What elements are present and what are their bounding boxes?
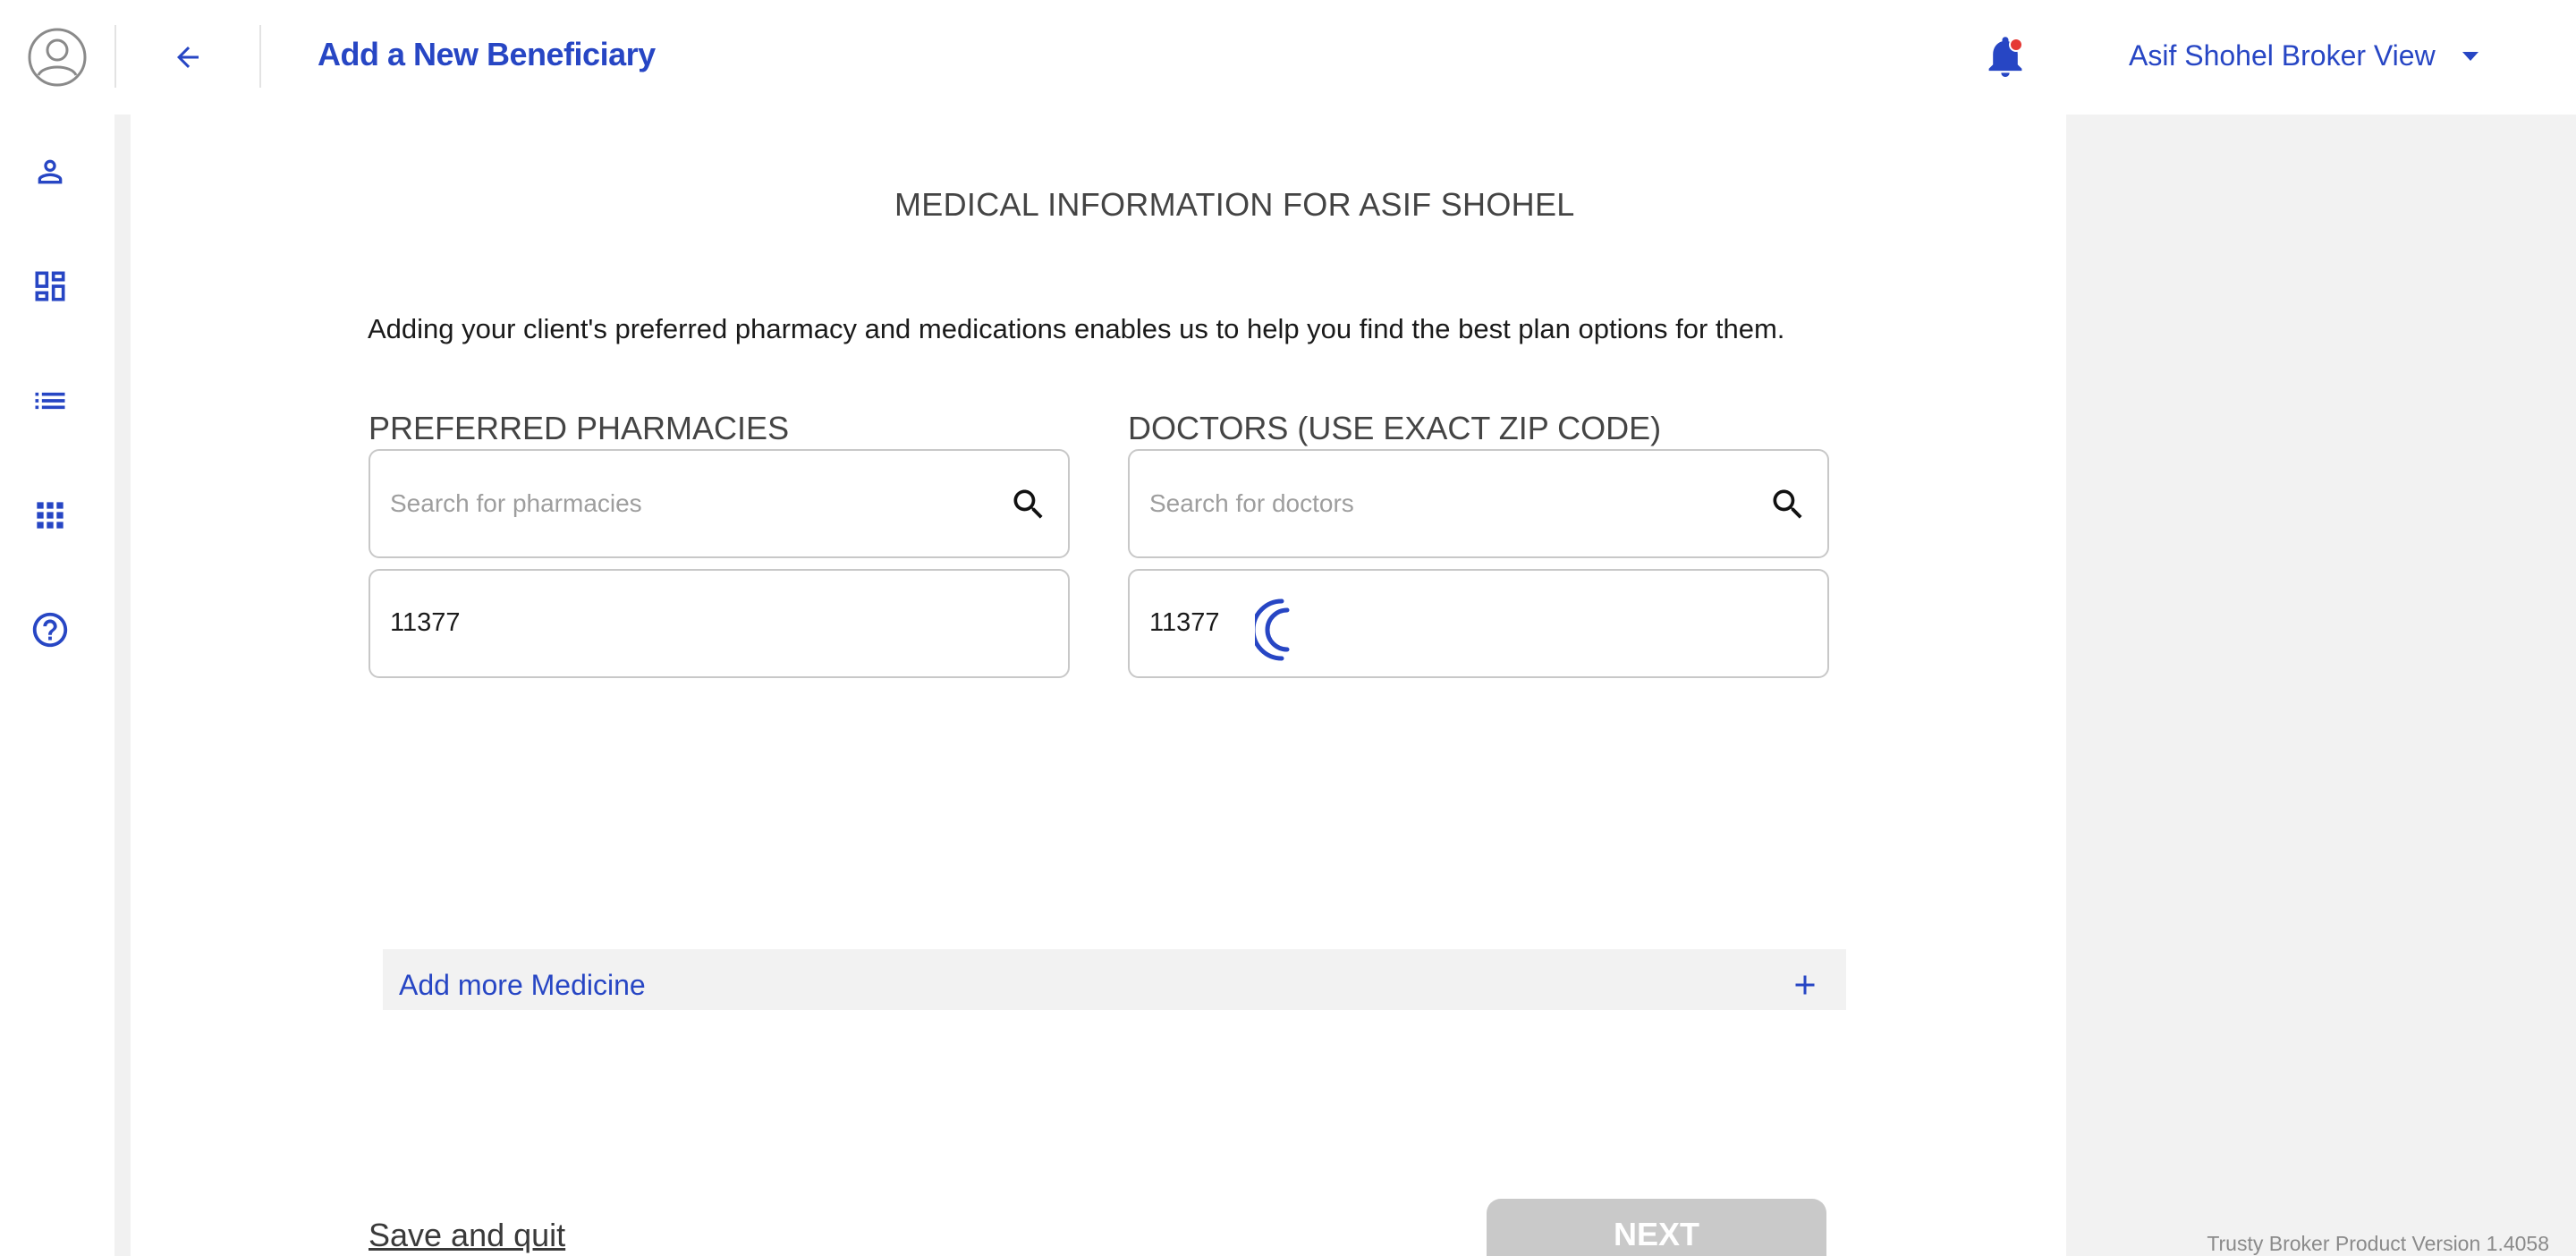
page-title: Add a New Beneficiary bbox=[318, 36, 656, 72]
sidebar-item-apps[interactable] bbox=[29, 494, 72, 537]
pharmacy-search-input[interactable] bbox=[390, 451, 998, 556]
pharmacy-search-field bbox=[369, 449, 1070, 558]
main-content: MEDICAL INFORMATION FOR ASIF SHOHEL Addi… bbox=[131, 115, 2066, 1256]
plus-icon bbox=[1795, 975, 1815, 995]
save-and-quit-link[interactable]: Save and quit bbox=[369, 1217, 565, 1254]
version-text: Trusty Broker Product Version 1.4058 bbox=[2207, 1232, 2549, 1255]
apps-grid-icon bbox=[37, 502, 64, 529]
sidebar bbox=[0, 115, 114, 1256]
dashboard-icon bbox=[35, 271, 65, 301]
sidebar-item-list[interactable] bbox=[29, 379, 72, 422]
user-menu-dropdown[interactable]: Asif Shohel Broker View bbox=[2129, 39, 2479, 72]
add-more-medicine-button[interactable]: Add more Medicine bbox=[383, 949, 1846, 1010]
header-divider bbox=[114, 25, 116, 88]
doctors-label: DOCTORS (USE EXACT ZIP CODE) bbox=[1128, 410, 1662, 446]
next-button[interactable]: NEXT bbox=[1487, 1199, 1826, 1256]
sidebar-item-dashboard[interactable] bbox=[29, 265, 72, 308]
search-icon[interactable] bbox=[1768, 485, 1808, 524]
right-side-panel: Trusty Broker Product Version 1.4058 bbox=[2066, 115, 2576, 1256]
sidebar-divider bbox=[114, 115, 131, 1256]
help-icon bbox=[32, 612, 68, 648]
doctor-search-input[interactable] bbox=[1149, 451, 1758, 556]
person-icon bbox=[38, 159, 63, 184]
back-button[interactable] bbox=[165, 36, 211, 79]
user-name: Asif Shohel Broker View bbox=[2129, 39, 2436, 72]
add-more-medicine-label: Add more Medicine bbox=[399, 969, 646, 1001]
notification-bell-icon[interactable] bbox=[1984, 36, 2027, 81]
pharmacy-zip-field[interactable]: 11377 bbox=[369, 569, 1070, 678]
top-header: Add a New Beneficiary Asif Shohel Broker… bbox=[0, 0, 2576, 115]
notification-dot bbox=[2009, 38, 2023, 52]
list-icon bbox=[35, 392, 65, 410]
app-root: Add a New Beneficiary Asif Shohel Broker… bbox=[0, 0, 2576, 1256]
intro-text: Adding your client's preferred pharmacy … bbox=[368, 313, 1785, 344]
pharmacy-zip-value: 11377 bbox=[390, 608, 461, 637]
doctor-zip-field[interactable]: 11377 bbox=[1128, 569, 1829, 678]
pharmacies-label: PREFERRED PHARMACIES bbox=[369, 410, 790, 446]
header-divider bbox=[259, 25, 261, 88]
doctor-zip-value: 11377 bbox=[1149, 608, 1220, 637]
sidebar-item-help[interactable] bbox=[29, 608, 72, 651]
sidebar-item-profile[interactable] bbox=[29, 150, 72, 193]
doctor-search-field bbox=[1128, 449, 1829, 558]
search-icon[interactable] bbox=[1009, 485, 1048, 524]
loading-spinner-icon bbox=[1255, 598, 1290, 661]
arrow-left-icon bbox=[177, 47, 199, 68]
section-title: MEDICAL INFORMATION FOR ASIF SHOHEL bbox=[894, 186, 1575, 223]
caret-down-icon bbox=[2462, 51, 2479, 61]
user-avatar-icon[interactable] bbox=[27, 27, 88, 88]
